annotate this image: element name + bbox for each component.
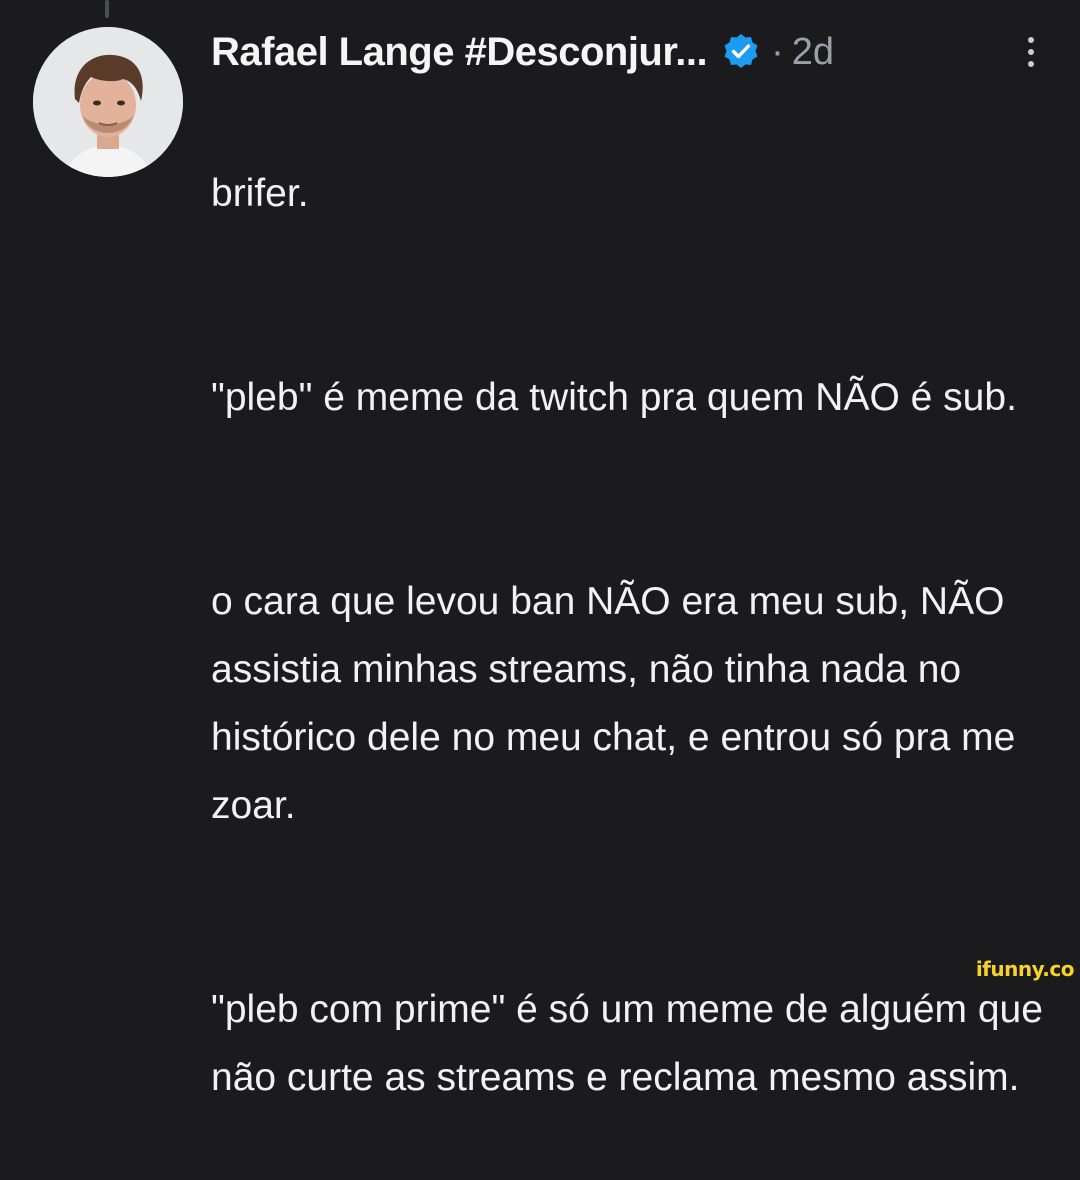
timestamp[interactable]: 2d: [792, 31, 834, 74]
verified-badge-icon: [721, 32, 761, 72]
display-name[interactable]: Rafael Lange #Desconjur...: [211, 30, 708, 75]
ifunny-watermark: ifunny.co: [975, 957, 1075, 981]
thread-connector-line: [105, 0, 109, 18]
tweet-paragraph: "pleb com prime" é só um meme de alguém …: [211, 988, 1043, 1099]
tweet-paragraph: o cara que levou ban NÃO era meu sub, NÃ…: [211, 580, 1016, 827]
tweet-paragraph: "pleb" é meme da twitch pra quem NÃO é s…: [211, 376, 1017, 419]
tweet-header: Rafael Lange #Desconjur... · 2d: [211, 26, 1051, 78]
more-dot: [1028, 49, 1034, 55]
more-vertical-icon[interactable]: [1019, 32, 1043, 72]
avatar[interactable]: [33, 27, 183, 177]
tweet-text: brifer. "pleb" é meme da twitch pra quem…: [211, 92, 1061, 1180]
separator-dot: ·: [771, 30, 784, 73]
user-avatar-icon: [33, 27, 183, 177]
tweet-paragraph: brifer.: [211, 172, 309, 215]
more-dot: [1028, 61, 1034, 67]
more-dot: [1028, 37, 1034, 43]
